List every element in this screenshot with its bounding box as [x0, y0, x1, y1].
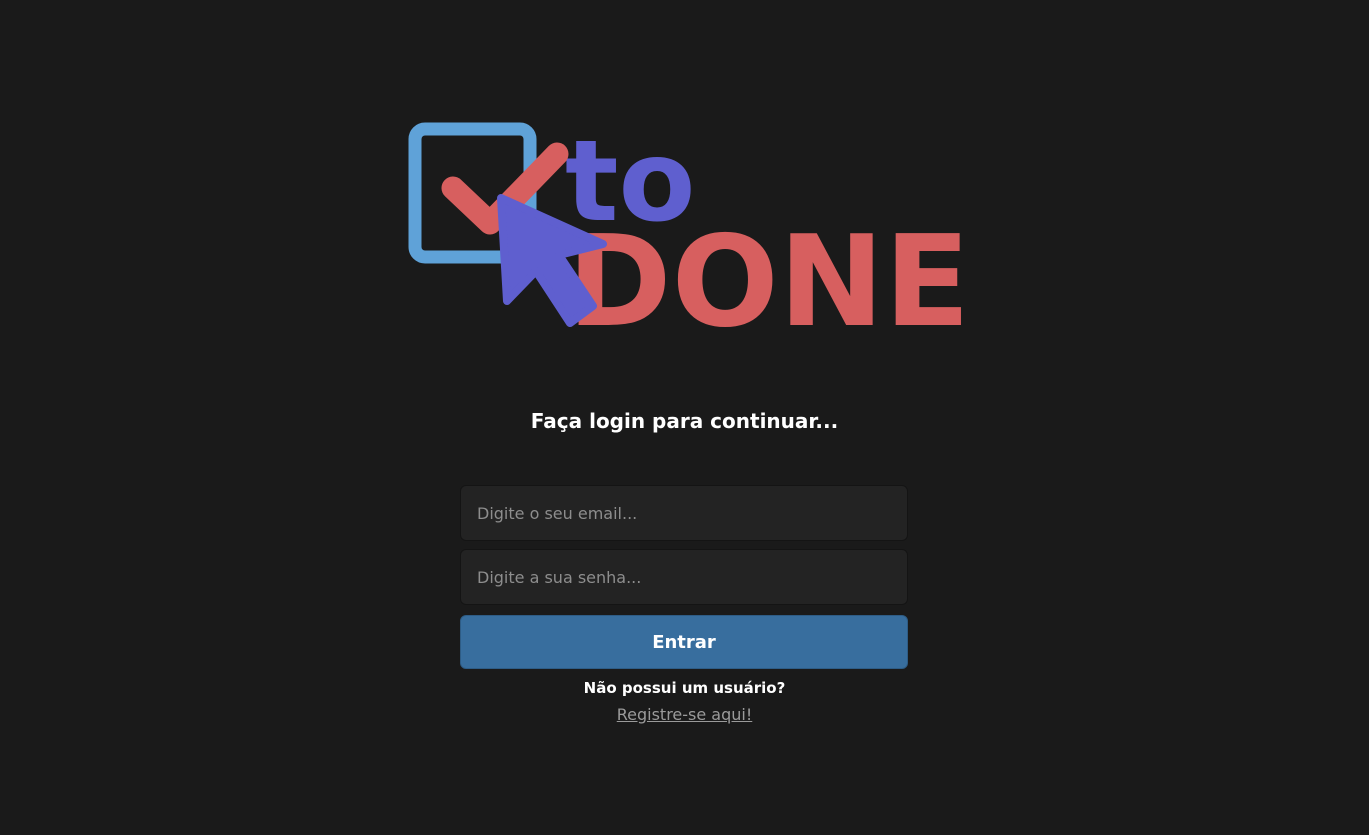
todone-logo: to DONE: [405, 118, 970, 333]
password-input[interactable]: [460, 549, 908, 605]
login-button[interactable]: Entrar: [460, 615, 908, 669]
register-link-container: Registre-se aqui!: [0, 705, 1369, 724]
email-input[interactable]: [460, 485, 908, 541]
login-title: Faça login para continuar...: [530, 409, 839, 433]
register-link[interactable]: Registre-se aqui!: [617, 705, 753, 724]
login-page: to DONE Faça login para continuar... Ent…: [0, 0, 1369, 835]
no-account-text: Não possui um usuário?: [583, 679, 786, 697]
logo-word-done: DONE: [567, 208, 970, 333]
